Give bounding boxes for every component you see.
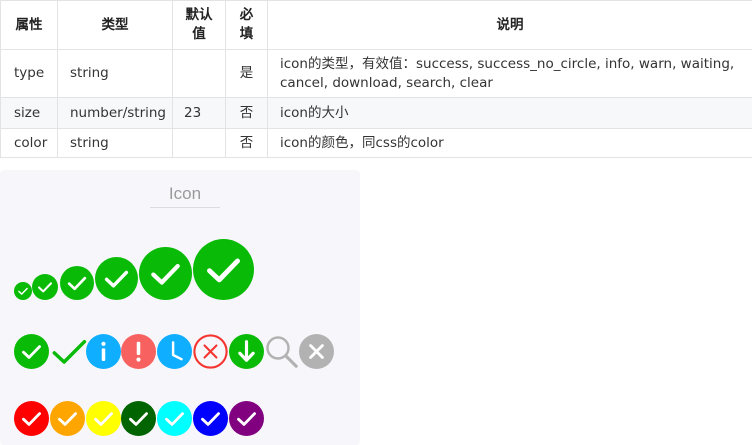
success-icon: [139, 247, 192, 300]
header-name: 属性: [0, 0, 58, 50]
prop-type: string: [57, 128, 173, 158]
success-icon-svg: [139, 247, 192, 300]
success-icon: [32, 274, 58, 300]
preview-title: Icon: [168, 184, 202, 203]
success-icon: [157, 401, 192, 436]
warn-icon-svg: [121, 334, 156, 369]
success-icon: [193, 239, 254, 300]
prop-description: icon的颜色，同css的color: [267, 128, 752, 158]
success-icon: [14, 401, 49, 436]
clear-icon-svg: [299, 334, 334, 369]
success-icon-svg: [14, 401, 49, 436]
download-icon-svg: [229, 334, 264, 369]
success-icon-svg: [32, 274, 58, 300]
success-icon: [95, 257, 138, 300]
success-icon: [60, 266, 94, 300]
success-icon: [14, 334, 49, 369]
prop-required: 是: [225, 49, 268, 98]
success-icon: [50, 401, 85, 436]
checkmark-icon-svg: [52, 339, 87, 364]
prop-name: size: [0, 97, 58, 129]
success-icon: [86, 401, 121, 436]
success-icon-svg: [95, 257, 138, 300]
cancel-icon: [193, 334, 228, 369]
icon-preview-panel: Icon: [0, 170, 360, 445]
header-required: 必填: [225, 0, 268, 50]
download-icon: [229, 334, 264, 369]
header-type: 类型: [57, 0, 173, 50]
table-row: color string 否 icon的颜色，同css的color: [0, 128, 752, 158]
success-icon-svg: [60, 266, 94, 300]
header-description: 说明: [267, 0, 752, 50]
prop-default: [172, 128, 226, 158]
success-icon: [121, 401, 156, 436]
success-icon: [193, 401, 228, 436]
prop-required: 否: [225, 128, 268, 158]
success-icon: [229, 401, 264, 436]
prop-description: icon的大小: [267, 97, 752, 129]
title-divider: [150, 207, 220, 208]
search-icon: [264, 334, 299, 369]
prop-description: icon的类型，有效值：success, success_no_circle, …: [280, 55, 735, 91]
info-icon-svg: [86, 334, 121, 369]
prop-type: number/string: [57, 97, 173, 129]
success-icon-svg: [86, 401, 121, 436]
success-icon-svg: [14, 282, 32, 300]
success-icon-svg: [157, 401, 192, 436]
success-icon-svg: [121, 401, 156, 436]
success-icon: [14, 282, 32, 300]
warn-icon: [121, 334, 156, 369]
clock-icon: [157, 334, 192, 369]
prop-type: string: [57, 49, 173, 98]
prop-required: 否: [225, 97, 268, 129]
checkmark-icon: [50, 334, 88, 369]
cancel-icon-svg: [193, 334, 228, 369]
table-row: type string 是 icon的类型，有效值：success, succe…: [0, 49, 752, 98]
success-icon-svg: [50, 401, 85, 436]
table-header-row: 属性 类型 默认值 必填 说明: [0, 0, 752, 50]
search-icon-svg: [266, 336, 298, 368]
header-default: 默认值: [172, 0, 226, 50]
clear-icon: [299, 334, 334, 369]
success-icon-svg: [14, 334, 49, 369]
info-icon: [86, 334, 121, 369]
prop-name: color: [0, 128, 58, 158]
success-icon-svg: [193, 401, 228, 436]
clock-icon-svg: [157, 334, 192, 369]
table-row: size number/string 23 否 icon的大小: [0, 97, 752, 129]
prop-name: type: [0, 49, 58, 98]
prop-default: [172, 49, 226, 98]
properties-table: 属性 类型 默认值 必填 说明 type string 是 icon的类型，有效…: [0, 0, 752, 158]
prop-default: 23: [172, 97, 226, 129]
success-icon-svg: [229, 401, 264, 436]
success-icon-svg: [193, 239, 254, 300]
